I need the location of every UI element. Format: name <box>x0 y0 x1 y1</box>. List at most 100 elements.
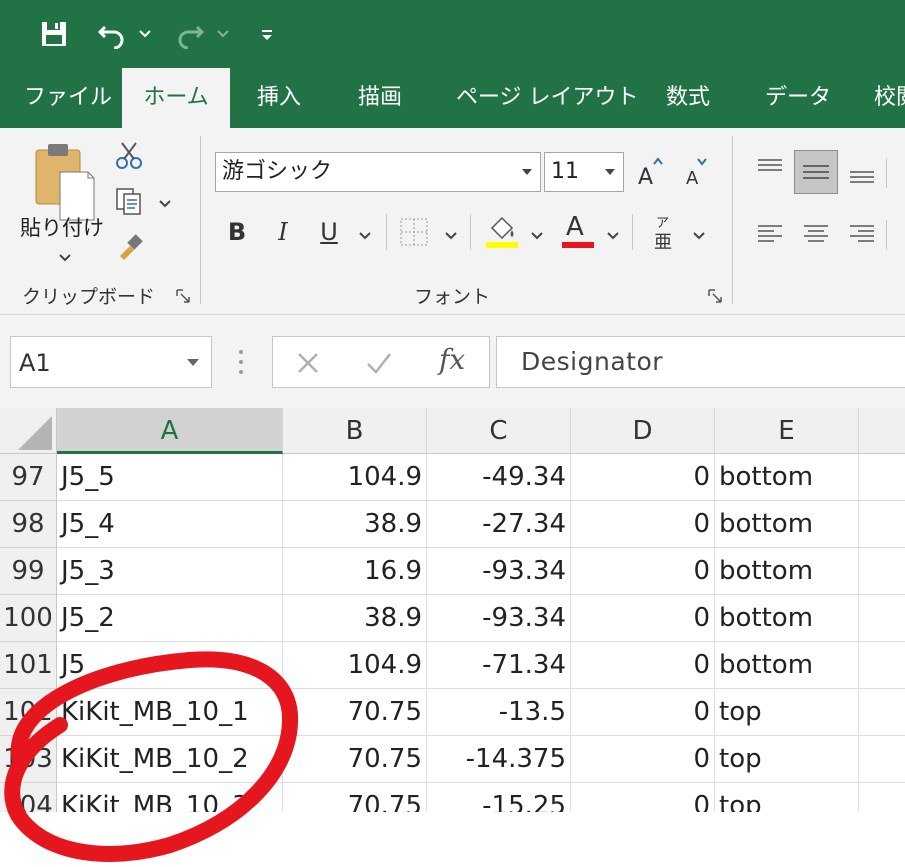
cell-c[interactable]: -14.375 <box>427 736 571 783</box>
redo-dropdown-icon[interactable] <box>212 14 234 54</box>
tab-review[interactable]: 校閲 <box>874 68 905 128</box>
save-icon[interactable] <box>36 14 72 54</box>
redo-icon[interactable] <box>172 14 208 54</box>
row-header[interactable]: 99 <box>0 548 57 595</box>
row-header[interactable]: 97 <box>0 454 57 501</box>
cell-d[interactable]: 0 <box>571 501 715 548</box>
customize-icon[interactable] <box>256 14 278 54</box>
cell-a[interactable]: J5_2 <box>57 595 283 642</box>
cell-e[interactable]: bottom <box>715 454 859 501</box>
undo-dropdown-icon[interactable] <box>134 14 156 54</box>
cell-f[interactable] <box>859 783 905 812</box>
name-box[interactable]: A1 <box>10 336 212 388</box>
cell-e[interactable]: top <box>715 783 859 812</box>
font-launcher-icon[interactable] <box>708 288 722 303</box>
column-header-f[interactable] <box>859 408 905 454</box>
cell-e[interactable]: bottom <box>715 548 859 595</box>
cell-f[interactable] <box>859 454 905 501</box>
paste-label[interactable]: 貼り付け <box>20 212 104 242</box>
cell-d[interactable]: 0 <box>571 595 715 642</box>
tab-page-layout[interactable]: ページ レイアウト <box>456 68 639 128</box>
cell-a[interactable]: J5_3 <box>57 548 283 595</box>
undo-icon[interactable] <box>94 14 130 54</box>
enter-icon[interactable] <box>365 350 393 380</box>
cell-b[interactable]: 16.9 <box>283 548 427 595</box>
cell-d[interactable]: 0 <box>571 454 715 501</box>
cell-a[interactable]: J5_4 <box>57 501 283 548</box>
cell-b[interactable]: 38.9 <box>283 595 427 642</box>
align-middle-button[interactable] <box>794 150 838 194</box>
fill-color-icon[interactable] <box>484 214 520 254</box>
cell-d[interactable]: 0 <box>571 642 715 689</box>
formula-input[interactable]: Designator <box>496 336 905 388</box>
tab-formulas[interactable]: 数式 <box>666 68 710 128</box>
cell-e[interactable]: bottom <box>715 501 859 548</box>
insert-function-button[interactable]: fx <box>439 343 465 376</box>
column-header-c[interactable]: C <box>427 408 571 454</box>
tab-home[interactable]: ホーム <box>122 68 230 128</box>
clipboard-launcher-icon[interactable] <box>176 288 190 303</box>
format-painter-icon[interactable] <box>116 232 144 264</box>
align-right-icon[interactable] <box>848 220 876 252</box>
tab-file[interactable]: ファイル <box>24 68 112 128</box>
cell-d[interactable]: 0 <box>571 736 715 783</box>
tab-draw[interactable]: 描画 <box>358 68 402 128</box>
cell-c[interactable]: -27.34 <box>427 501 571 548</box>
select-all-button[interactable] <box>0 408 57 454</box>
italic-button[interactable]: I <box>268 214 298 250</box>
row-header[interactable]: 98 <box>0 501 57 548</box>
align-bottom-icon[interactable] <box>848 162 876 190</box>
font-size-select[interactable]: 11 <box>544 152 624 192</box>
cell-e[interactable]: top <box>715 736 859 783</box>
font-color-button[interactable]: A <box>560 212 596 250</box>
align-center-icon[interactable] <box>802 220 830 252</box>
phonetic-dropdown-icon[interactable] <box>692 226 706 245</box>
cell-a[interactable]: J5_5 <box>57 454 283 501</box>
tab-insert[interactable]: 挿入 <box>257 68 301 128</box>
column-header-d[interactable]: D <box>571 408 715 454</box>
fill-color-dropdown-icon[interactable] <box>530 226 544 245</box>
cell-d[interactable]: 0 <box>571 548 715 595</box>
paste-dropdown-icon[interactable] <box>58 248 72 267</box>
tab-data[interactable]: データ <box>765 68 831 128</box>
column-header-a[interactable]: A <box>57 408 283 454</box>
borders-icon[interactable] <box>398 216 430 252</box>
font-color-dropdown-icon[interactable] <box>606 226 620 245</box>
copy-dropdown-icon[interactable] <box>158 194 172 213</box>
underline-button[interactable]: U <box>314 214 344 250</box>
copy-icon[interactable] <box>114 186 144 220</box>
font-name-select[interactable]: 游ゴシック <box>215 152 541 192</box>
cell-c[interactable]: -71.34 <box>427 642 571 689</box>
cell-c[interactable]: -15.25 <box>427 783 571 812</box>
cell-f[interactable] <box>859 642 905 689</box>
cell-f[interactable] <box>859 595 905 642</box>
cell-d[interactable]: 0 <box>571 689 715 736</box>
column-header-b[interactable]: B <box>283 408 427 454</box>
bold-button[interactable]: B <box>222 214 252 250</box>
cell-e[interactable]: top <box>715 689 859 736</box>
cell-f[interactable] <box>859 689 905 736</box>
cell-b[interactable]: 104.9 <box>283 454 427 501</box>
cell-f[interactable] <box>859 548 905 595</box>
cut-icon[interactable] <box>114 140 144 174</box>
borders-dropdown-icon[interactable] <box>444 226 458 245</box>
cell-c[interactable]: -13.5 <box>427 689 571 736</box>
cancel-icon[interactable] <box>295 350 321 380</box>
decrease-font-size-icon[interactable]: A <box>684 156 714 192</box>
cell-f[interactable] <box>859 501 905 548</box>
phonetic-guide-button[interactable]: ア 亜 <box>652 212 678 253</box>
column-header-e[interactable]: E <box>715 408 859 454</box>
row-header[interactable]: 100 <box>0 595 57 642</box>
align-left-icon[interactable] <box>756 220 784 252</box>
cell-d[interactable]: 0 <box>571 783 715 812</box>
underline-dropdown-icon[interactable] <box>358 226 372 245</box>
cell-c[interactable]: -93.34 <box>427 595 571 642</box>
cell-c[interactable]: -49.34 <box>427 454 571 501</box>
increase-font-size-icon[interactable]: A <box>636 156 666 192</box>
cell-c[interactable]: -93.34 <box>427 548 571 595</box>
cell-e[interactable]: bottom <box>715 642 859 689</box>
cell-b[interactable]: 38.9 <box>283 501 427 548</box>
cell-e[interactable]: bottom <box>715 595 859 642</box>
align-top-icon[interactable] <box>756 156 784 184</box>
cell-f[interactable] <box>859 736 905 783</box>
